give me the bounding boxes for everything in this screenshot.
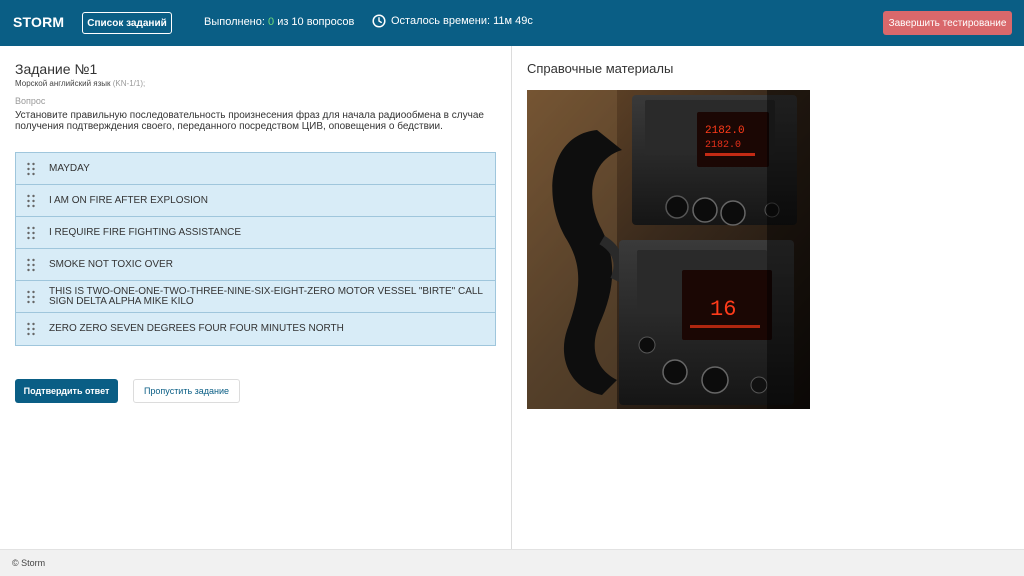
drag-handle-icon[interactable]	[26, 162, 36, 176]
answer-text: I REQUIRE FIRE FIGHTING ASSISTANCE	[49, 226, 242, 238]
timer-text: Осталось времени: 11м 49с	[391, 15, 533, 27]
brand-logo[interactable]: STORM	[13, 14, 64, 30]
drag-handle-icon[interactable]	[26, 322, 36, 336]
answer-text: MAYDAY	[49, 162, 90, 174]
answer-item[interactable]: I REQUIRE FIRE FIGHTING ASSISTANCE	[16, 217, 495, 249]
answer-text: ZERO ZERO SEVEN DEGREES FOUR FOUR MINUTE…	[49, 323, 344, 334]
display-frequency-top: 2182.0	[705, 125, 745, 137]
reference-image[interactable]: 2182.0 2182.0 16	[527, 90, 810, 409]
answer-item[interactable]: ZERO ZERO SEVEN DEGREES FOUR FOUR MINUTE…	[16, 313, 495, 345]
top-bar: STORM Список заданий Выполнено: 0 из 10 …	[0, 0, 1024, 46]
answer-text: I AM ON FIRE AFTER EXPLOSION	[49, 194, 208, 206]
answer-item[interactable]: MAYDAY	[16, 153, 495, 185]
answer-text: THIS IS TWO-ONE-ONE-TWO-THREE-NINE-SIX-E…	[49, 285, 483, 307]
task-list-button[interactable]: Список заданий	[82, 12, 172, 34]
question-text: Установите правильную последовательность…	[15, 110, 484, 132]
task-title: Задание №1	[15, 61, 98, 77]
skip-task-button[interactable]: Пропустить задание	[133, 379, 240, 403]
confirm-answer-button[interactable]: Подтвердить ответ	[15, 379, 118, 403]
answer-item[interactable]: THIS IS TWO-ONE-ONE-TWO-THREE-NINE-SIX-E…	[16, 281, 495, 313]
finish-test-button[interactable]: Завершить тестирование	[883, 11, 1012, 35]
subject-code: (KN-1/1);	[112, 79, 146, 88]
reference-panel: Справочные материалы 2182.0 2182.0 16	[512, 46, 1024, 549]
display-channel-bottom: 16	[710, 297, 736, 322]
drag-handle-icon[interactable]	[26, 226, 36, 240]
progress-status: Выполнено: 0 из 10 вопросов	[204, 16, 354, 28]
task-subject: Морской английский язык (KN-1/1);	[15, 79, 145, 88]
answer-item[interactable]: I AM ON FIRE AFTER EXPLOSION	[16, 185, 495, 217]
time-remaining: Осталось времени: 11м 49с	[372, 14, 533, 28]
subject-name: Морской английский язык	[15, 79, 111, 88]
progress-done-count: 0	[268, 16, 275, 28]
reference-title: Справочные материалы	[527, 61, 674, 76]
drag-handle-icon[interactable]	[26, 194, 36, 208]
footer-copyright: © Storm	[12, 558, 46, 568]
answer-item[interactable]: SMOKE NOT TOXIC OVER	[16, 249, 495, 281]
answer-text: SMOKE NOT TOXIC OVER	[49, 258, 173, 270]
question-label: Вопрос	[15, 96, 46, 106]
drag-handle-icon[interactable]	[26, 258, 36, 272]
sortable-answer-list: MAYDAY I AM ON FIRE AFTER EXPLOSION I RE…	[15, 152, 496, 346]
progress-label: Выполнено:	[204, 16, 265, 28]
task-panel: Задание №1 Морской английский язык (KN-1…	[0, 46, 511, 549]
footer: © Storm	[0, 549, 1024, 576]
progress-total: из 10 вопросов	[277, 16, 355, 28]
display-frequency-top2: 2182.0	[705, 140, 741, 151]
drag-handle-icon[interactable]	[26, 290, 36, 304]
clock-icon	[372, 14, 386, 28]
